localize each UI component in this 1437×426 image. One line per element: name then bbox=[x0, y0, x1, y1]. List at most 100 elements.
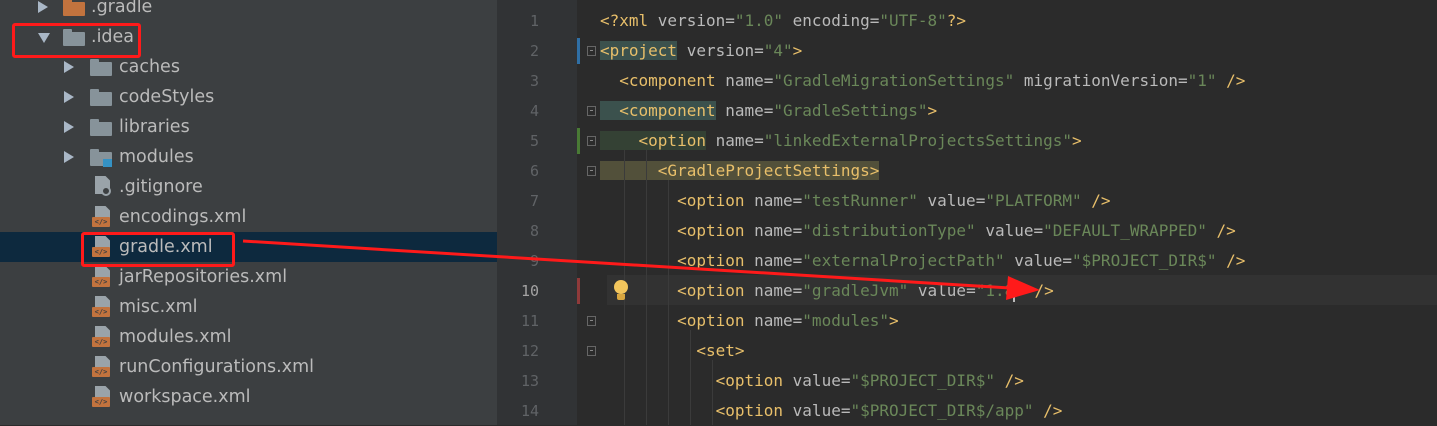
indent-guide bbox=[690, 330, 691, 425]
code-token: value= bbox=[783, 401, 851, 420]
code-token: > bbox=[1072, 131, 1082, 150]
vcs-modified-marker[interactable] bbox=[577, 38, 580, 64]
xml-file-icon: </> bbox=[92, 386, 112, 408]
tree-item-misc-xml[interactable]: </> misc.xml bbox=[0, 292, 497, 322]
code-token: /> bbox=[1081, 191, 1111, 210]
tree-item-codestyles[interactable]: codeStyles bbox=[0, 82, 497, 112]
fold-toggle-icon[interactable] bbox=[587, 106, 596, 116]
code-token: "4" bbox=[763, 41, 793, 60]
code-token: /> bbox=[1206, 221, 1236, 240]
code-line[interactable]: <set> bbox=[600, 336, 744, 366]
code-line[interactable]: <option value="$PROJECT_DIR$" /> bbox=[600, 366, 1024, 396]
line-number[interactable]: 1 bbox=[507, 6, 539, 36]
tree-item-gradle-xml[interactable]: </> gradle.xml bbox=[0, 232, 497, 262]
line-number[interactable]: 12 bbox=[507, 336, 539, 366]
vcs-added-marker[interactable] bbox=[577, 128, 580, 154]
panel-divider[interactable] bbox=[497, 0, 507, 425]
code-token: encoding= bbox=[783, 11, 880, 30]
code-token: value= bbox=[1004, 251, 1073, 270]
fold-toggle-icon[interactable] bbox=[587, 346, 596, 356]
expand-arrow-icon[interactable] bbox=[64, 121, 74, 133]
code-line[interactable]: <option name="modules"> bbox=[600, 306, 899, 336]
code-line[interactable]: <project version="4"> bbox=[600, 36, 802, 66]
code-token: "$PROJECT_DIR$" bbox=[850, 371, 995, 390]
tree-item-label: jarRepositories.xml bbox=[119, 267, 288, 287]
expand-arrow-icon[interactable] bbox=[64, 91, 74, 103]
tree-item-jarrepositories-xml[interactable]: </> jarRepositories.xml bbox=[0, 262, 497, 292]
tree-item-label: runConfigurations.xml bbox=[119, 357, 315, 377]
tree-item-libraries[interactable]: libraries bbox=[0, 112, 497, 142]
xml-file-icon: </> bbox=[92, 326, 112, 348]
code-line[interactable]: <option value="$PROJECT_DIR$/app" /> bbox=[600, 396, 1063, 426]
annotation-box-idea bbox=[12, 23, 141, 58]
code-line[interactable]: <component name="GradleSettings"> bbox=[600, 96, 937, 126]
code-token: <option bbox=[600, 371, 784, 390]
xml-file-icon: </> bbox=[92, 356, 112, 378]
code-token: <option bbox=[600, 191, 745, 210]
code-token: value= bbox=[783, 371, 851, 390]
tree-item-gradle[interactable]: .gradle bbox=[0, 0, 497, 22]
code-line[interactable]: <?xml version="1.0" encoding="UTF-8"?> bbox=[600, 6, 966, 36]
code-line[interactable]: <option name="linkedExternalProjectsSett… bbox=[600, 126, 1082, 156]
code-token: "externalProjectPath" bbox=[802, 251, 1005, 270]
code-token: " bbox=[1015, 281, 1025, 300]
tree-item-modules-xml[interactable]: </> modules.xml bbox=[0, 322, 497, 352]
tree-item-label: misc.xml bbox=[119, 297, 198, 317]
line-number[interactable]: 8 bbox=[507, 216, 539, 246]
line-number[interactable]: 7 bbox=[507, 186, 539, 216]
expand-arrow-icon[interactable] bbox=[38, 1, 48, 13]
line-number[interactable]: 4 bbox=[507, 96, 539, 126]
code-token: "$PROJECT_DIR$/app" bbox=[850, 401, 1034, 420]
xml-file-icon: </> bbox=[92, 266, 112, 288]
code-line[interactable]: <option name="distributionType" value="D… bbox=[600, 216, 1236, 246]
line-number[interactable]: 14 bbox=[507, 396, 539, 426]
tree-item-encodings-xml[interactable]: </> encodings.xml bbox=[0, 202, 497, 232]
vcs-changed-marker[interactable] bbox=[577, 278, 580, 304]
code-token: "GradleSettings" bbox=[773, 101, 928, 120]
code-token: > bbox=[889, 311, 899, 330]
code-token: /> bbox=[1216, 251, 1246, 270]
code-token: <GradleProjectSettings> bbox=[600, 161, 880, 180]
line-number[interactable]: 2 bbox=[507, 36, 539, 66]
line-number[interactable]: 5 bbox=[507, 126, 539, 156]
code-token: <option bbox=[600, 251, 745, 270]
line-number[interactable]: 9 bbox=[507, 246, 539, 276]
module-folder-icon bbox=[90, 148, 112, 167]
fold-toggle-icon[interactable] bbox=[587, 136, 596, 146]
expand-arrow-icon[interactable] bbox=[64, 151, 74, 163]
code-token: > bbox=[792, 41, 803, 60]
code-token: value= bbox=[975, 221, 1044, 240]
lightbulb-icon[interactable] bbox=[612, 280, 630, 302]
line-number[interactable]: 13 bbox=[507, 366, 539, 396]
fold-toggle-icon[interactable] bbox=[587, 166, 596, 176]
tree-item-workspace-xml[interactable]: </> workspace.xml bbox=[0, 382, 497, 412]
code-token: "linkedExternalProjectsSettings" bbox=[763, 131, 1073, 150]
tree-item-gitignore[interactable]: .gitignore bbox=[0, 172, 497, 202]
tree-item-modules[interactable]: modules bbox=[0, 142, 497, 172]
code-token: value= bbox=[908, 281, 976, 300]
indent-guide bbox=[646, 150, 647, 425]
line-number[interactable]: 11 bbox=[507, 306, 539, 336]
tree-item-label: workspace.xml bbox=[119, 387, 251, 407]
code-token: "1.8 bbox=[975, 281, 1015, 300]
tree-item-runconfigurations-xml[interactable]: </> runConfigurations.xml bbox=[0, 352, 497, 382]
expand-arrow-icon[interactable] bbox=[64, 61, 74, 73]
code-line[interactable]: <GradleProjectSettings> bbox=[600, 156, 880, 186]
tree-item-label: modules bbox=[119, 147, 194, 167]
code-token: <option bbox=[600, 401, 784, 420]
line-number[interactable]: 3 bbox=[507, 66, 539, 96]
code-line[interactable]: <option name="externalProjectPath" value… bbox=[600, 246, 1245, 276]
fold-toggle-icon[interactable] bbox=[587, 46, 596, 56]
line-number[interactable]: 10 bbox=[507, 276, 539, 306]
tree-item-label: encodings.xml bbox=[119, 207, 247, 227]
code-token: "GradleMigrationSettings" bbox=[773, 71, 1015, 90]
code-line[interactable]: <option name="testRunner" value="PLATFOR… bbox=[600, 186, 1111, 216]
code-token: name= bbox=[744, 281, 803, 300]
gitignore-file-icon bbox=[92, 176, 112, 198]
tree-item-label: caches bbox=[119, 57, 180, 77]
fold-toggle-icon[interactable] bbox=[587, 316, 596, 326]
line-number[interactable]: 6 bbox=[507, 156, 539, 186]
code-token: ?> bbox=[946, 11, 967, 30]
code-token: "PLATFORM" bbox=[985, 191, 1082, 210]
code-line[interactable]: <component name="GradleMigrationSettings… bbox=[600, 66, 1245, 96]
